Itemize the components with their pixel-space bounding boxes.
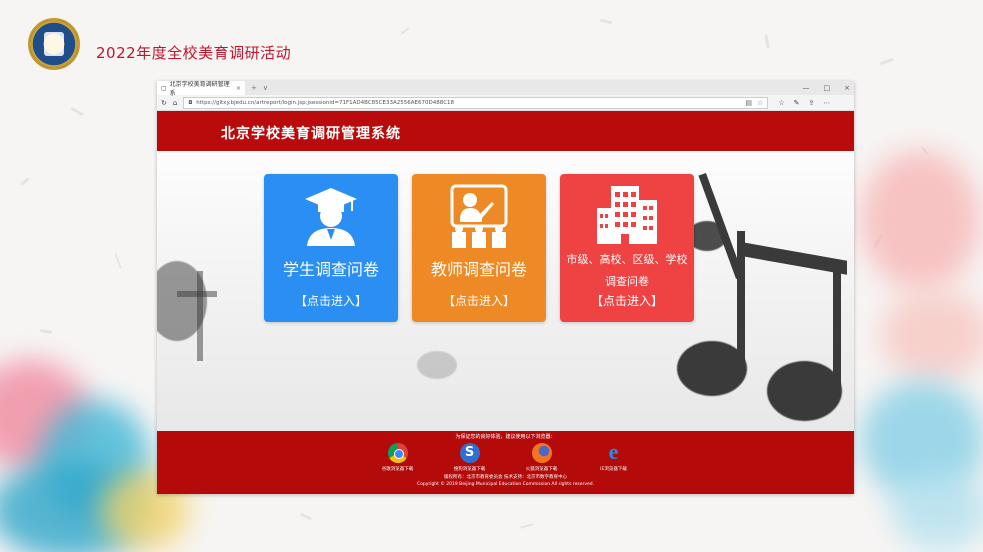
refresh-icon[interactable]: ↻ <box>161 99 167 107</box>
school-building-icon <box>560 184 694 248</box>
footer-copyright: Copyright © 2019 Beijing Municipal Educa… <box>416 482 595 487</box>
teacher-enter-link[interactable]: 【点击进入】 <box>412 292 546 309</box>
browser-window: ▢ 北京学校美育调研管理系 × + ∨ — □ × ↻ ⌂ ◘ https://… <box>157 81 854 494</box>
ie-icon <box>604 439 624 465</box>
lock-icon: ◘ <box>188 99 193 106</box>
address-bar: ↻ ⌂ ◘ https://gltxy.bjedu.cn/artreport/l… <box>157 95 854 111</box>
window-close-icon[interactable]: × <box>844 81 850 95</box>
watercolor-splash <box>880 290 983 380</box>
browser-tab[interactable]: ▢ 北京学校美育调研管理系 × <box>157 81 245 97</box>
home-icon[interactable]: ⌂ <box>173 99 177 107</box>
url-text: https://gltxy.bjedu.cn/artreport/login.j… <box>196 99 455 106</box>
sogou-icon <box>459 443 480 463</box>
ie-download-label: IE浏览器下载 <box>600 467 627 472</box>
school-logo-icon <box>28 18 80 70</box>
tab-close-icon[interactable]: × <box>236 85 241 92</box>
watercolor-splash <box>890 470 983 550</box>
slide-title: 2022年度全校美育调研活动 <box>96 44 292 62</box>
chrome-download-label: 谷歌浏览器下载 <box>381 467 414 472</box>
bookmark-star-icon[interactable]: ☆ <box>757 99 763 107</box>
tab-bar: ▢ 北京学校美育调研管理系 × + ∨ — □ × <box>157 81 854 97</box>
school-survey-card[interactable]: 市级、高校、区级、学校 调查问卷 【点击进入】 <box>560 174 694 322</box>
firefox-download-label: 火狐浏览器下载 <box>525 467 558 472</box>
tab-title: 北京学校美育调研管理系 <box>169 81 230 97</box>
teacher-board-icon <box>412 184 546 248</box>
student-enter-link[interactable]: 【点击进入】 <box>264 292 398 309</box>
student-survey-label: 学生调查问卷 <box>282 260 379 279</box>
browser-tip: 为保证您的良好体验，建议使用以下浏览器： <box>455 434 556 440</box>
slide-header <box>28 18 80 70</box>
student-graduate-icon <box>264 184 398 248</box>
tab-menu-icon[interactable]: ∨ <box>263 84 268 92</box>
ie-download-link[interactable]: IE浏览器下载 <box>592 439 636 472</box>
site-footer: 为保证您的良好体验，建议使用以下浏览器： 谷歌浏览器下载 搜狗浏览器下载 火狐浏… <box>157 431 854 494</box>
sogou-download-link[interactable]: 搜狗浏览器下载 <box>448 443 492 472</box>
notes-pen-icon[interactable]: ✎ <box>794 99 800 107</box>
url-field[interactable]: ◘ https://gltxy.bjedu.cn/artreport/login… <box>183 96 769 109</box>
chrome-icon <box>387 443 408 463</box>
teacher-survey-label: 教师调查问卷 <box>430 260 527 279</box>
website: 北京学校美育调研管理系统 学生调查问卷 【点击进入】 教师调查问卷 【点击进入】… <box>157 111 854 494</box>
firefox-download-link[interactable]: 火狐浏览器下载 <box>520 443 564 472</box>
school-survey-label-line2: 调查问卷 <box>605 275 649 288</box>
firefox-icon <box>531 443 552 463</box>
more-menu-icon[interactable]: ⋯ <box>823 99 830 107</box>
reader-mode-icon[interactable]: ▤ <box>745 99 752 107</box>
site-title: 北京学校美育调研管理系统 <box>221 126 401 142</box>
site-body: 学生调查问卷 【点击进入】 教师调查问卷 【点击进入】 市级、高校、区级、学校 … <box>157 151 854 431</box>
page-icon: ▢ <box>161 84 167 92</box>
maximize-icon[interactable]: □ <box>824 81 831 95</box>
site-header: 北京学校美育调研管理系统 <box>157 111 854 151</box>
student-survey-card[interactable]: 学生调查问卷 【点击进入】 <box>264 174 398 322</box>
minimize-icon[interactable]: — <box>803 81 810 95</box>
school-enter-link[interactable]: 【点击进入】 <box>560 292 694 309</box>
sogou-download-label: 搜狗浏览器下载 <box>453 467 486 472</box>
footer-org: 版权所有：北京市教育委员会 技术支持：北京市数字教育中心 <box>444 475 567 480</box>
share-icon[interactable]: ⇪ <box>808 99 814 107</box>
teacher-survey-card[interactable]: 教师调查问卷 【点击进入】 <box>412 174 546 322</box>
watercolor-splash <box>860 150 980 290</box>
chrome-download-link[interactable]: 谷歌浏览器下载 <box>376 443 420 472</box>
browser-download-list: 谷歌浏览器下载 搜狗浏览器下载 火狐浏览器下载 IE浏览器下载 <box>157 439 854 472</box>
favorites-icon[interactable]: ☆ <box>778 99 784 107</box>
school-survey-label-line1: 市级、高校、区级、学校 <box>566 253 688 266</box>
new-tab-icon[interactable]: + <box>251 84 257 92</box>
